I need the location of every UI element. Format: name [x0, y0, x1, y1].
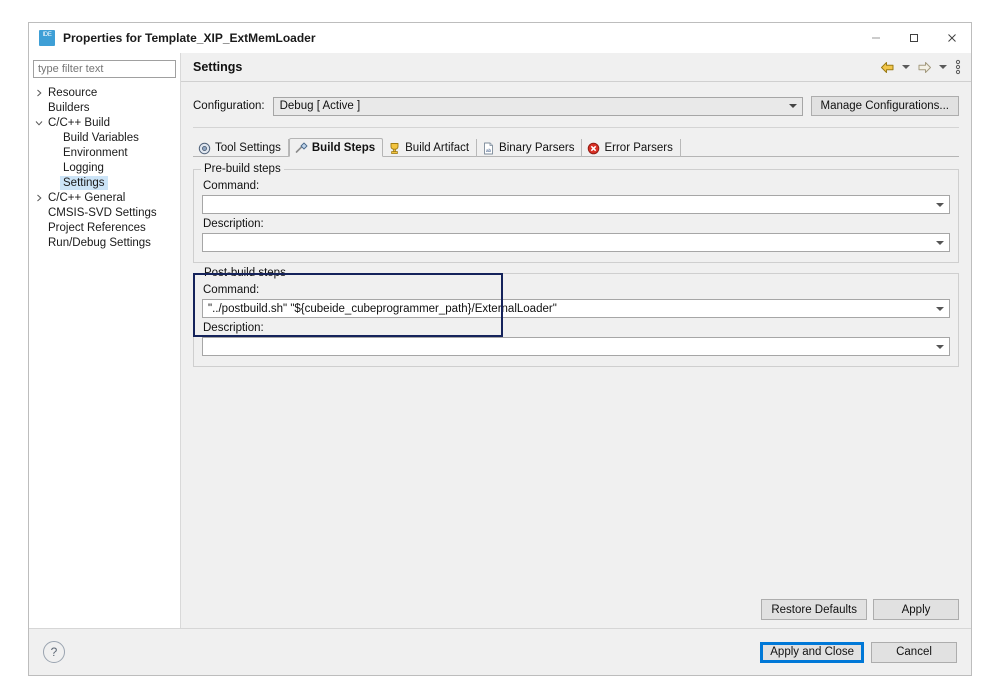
chevron-down-icon	[936, 344, 944, 349]
tab-build-steps[interactable]: Build Steps	[288, 138, 384, 157]
prebuild-command-combo[interactable]	[202, 195, 950, 214]
sidebar-item-label: Logging	[63, 161, 104, 174]
tab-label: Tool Settings	[215, 142, 281, 154]
sidebar-item-builders[interactable]: Builders	[29, 100, 180, 115]
sidebar-item-build-variables[interactable]: Build Variables	[29, 130, 180, 145]
tab-tool-settings[interactable]: Tool Settings	[193, 139, 289, 157]
sidebar-item-environment[interactable]: Environment	[29, 145, 180, 160]
sidebar-item-project-references[interactable]: Project References	[29, 220, 180, 235]
close-icon[interactable]	[933, 23, 971, 53]
properties-dialog: Properties for Template_XIP_ExtMemLoader	[28, 22, 972, 676]
page-title: Settings	[193, 60, 243, 74]
tab-binary-parsers[interactable]: ab Binary Parsers	[477, 139, 583, 157]
dialog-body: Resource Builders C/C++ Build Build Vari…	[29, 53, 971, 628]
sidebar-item-label: Resource	[48, 86, 98, 99]
sidebar-item-label: Project References	[48, 221, 146, 234]
minimize-icon[interactable]	[857, 23, 895, 53]
configuration-row: Configuration: Debug [ Active ] Manage C…	[193, 96, 959, 116]
manage-configurations-button[interactable]: Manage Configurations...	[810, 96, 959, 116]
prebuild-steps-group: Pre-build steps Command: Description:	[193, 163, 959, 263]
postbuild-steps-group: Post-build steps Command: "../postbuild.…	[193, 267, 959, 367]
forward-arrow-icon[interactable]	[916, 58, 933, 76]
page-header-toolbar	[879, 58, 963, 76]
sidebar-item-label: Settings	[60, 175, 108, 190]
ide-icon	[39, 30, 55, 46]
footer-buttons: Apply and Close Cancel	[760, 641, 957, 663]
configuration-label: Configuration:	[193, 100, 265, 112]
window-title: Properties for Template_XIP_ExtMemLoader	[63, 31, 316, 45]
build-artifact-icon	[388, 142, 401, 155]
page-header: Settings	[181, 53, 971, 82]
title-bar: Properties for Template_XIP_ExtMemLoader	[29, 23, 971, 53]
sidebar-item-settings[interactable]: Settings	[29, 175, 180, 190]
sidebar-item-label: CMSIS-SVD Settings	[48, 206, 157, 219]
build-steps-icon	[295, 141, 308, 154]
restore-defaults-button[interactable]: Restore Defaults	[761, 599, 867, 620]
cancel-button[interactable]: Cancel	[871, 641, 957, 663]
prebuild-command-label: Command:	[203, 180, 260, 192]
postbuild-steps-title: Post-build steps	[201, 267, 289, 279]
tab-error-parsers[interactable]: Error Parsers	[582, 139, 681, 157]
help-icon[interactable]: ?	[43, 641, 65, 663]
chevron-down-icon	[936, 202, 944, 207]
tool-settings-icon	[198, 142, 211, 155]
prebuild-steps-title: Pre-build steps	[201, 163, 284, 175]
settings-tree-pane: Resource Builders C/C++ Build Build Vari…	[29, 53, 181, 628]
postbuild-command-value: "../postbuild.sh" "${cubeide_cubeprogram…	[208, 302, 557, 315]
sidebar-item-label: Builders	[48, 101, 90, 114]
chevron-down-icon	[936, 240, 944, 245]
settings-content: Configuration: Debug [ Active ] Manage C…	[181, 82, 971, 599]
sidebar-item-c-cpp-build[interactable]: C/C++ Build	[29, 115, 180, 130]
apply-and-close-button[interactable]: Apply and Close	[760, 641, 864, 663]
dialog-footer: ? Apply and Close Cancel	[29, 628, 971, 675]
settings-tree: Resource Builders C/C++ Build Build Vari…	[29, 82, 180, 250]
settings-page: Settings Configuration: Debug [Active]…	[181, 53, 971, 628]
sidebar-item-label: Environment	[63, 146, 128, 159]
header-divider	[193, 127, 959, 128]
chevron-down-icon	[936, 306, 944, 311]
postbuild-command-label: Command:	[203, 284, 260, 296]
configuration-combo[interactable]: Debug [ Active ]	[272, 96, 803, 116]
maximize-icon[interactable]	[895, 23, 933, 53]
tab-label: Build Artifact	[405, 142, 470, 154]
sidebar-item-label: Build Variables	[63, 131, 139, 144]
screenshot-root: Properties for Template_XIP_ExtMemLoader	[0, 0, 1000, 697]
error-parsers-icon	[587, 142, 600, 155]
prebuild-description-combo[interactable]	[202, 233, 950, 252]
tab-label: Binary Parsers	[499, 142, 575, 154]
sidebar-item-cmsis-svd-settings[interactable]: CMSIS-SVD Settings	[29, 205, 180, 220]
sidebar-item-run-debug-settings[interactable]: Run/Debug Settings	[29, 235, 180, 250]
sidebar-item-label: Run/Debug Settings	[48, 236, 151, 249]
chevron-right-icon[interactable]	[33, 194, 45, 202]
chevron-down-icon[interactable]	[33, 119, 45, 127]
filter-wrapper	[29, 59, 180, 82]
binary-parsers-icon: ab	[482, 142, 495, 155]
back-dropdown-icon[interactable]	[898, 58, 914, 76]
configuration-value: Debug [ Active ]	[279, 100, 361, 112]
postbuild-description-label: Description:	[203, 322, 264, 334]
sidebar-item-label: C/C++ Build	[48, 116, 111, 129]
filter-input[interactable]	[33, 60, 176, 78]
tab-label: Error Parsers	[604, 142, 673, 154]
sidebar-item-c-cpp-general[interactable]: C/C++ General	[29, 190, 180, 205]
postbuild-description-combo[interactable]	[202, 337, 950, 356]
forward-dropdown-icon[interactable]	[935, 58, 951, 76]
sidebar-item-resource[interactable]: Resource	[29, 85, 180, 100]
sidebar-item-logging[interactable]: Logging	[29, 160, 180, 175]
page-action-buttons: Restore Defaults Apply	[181, 599, 971, 628]
view-menu-icon[interactable]	[953, 58, 963, 76]
prebuild-description-label: Description:	[203, 218, 264, 230]
svg-text:ab: ab	[486, 148, 492, 153]
apply-button[interactable]: Apply	[873, 599, 959, 620]
back-arrow-icon[interactable]	[879, 58, 896, 76]
tab-label: Build Steps	[311, 141, 376, 154]
sidebar-item-label: C/C++ General	[48, 191, 126, 204]
chevron-down-icon	[788, 104, 797, 108]
window-controls	[857, 23, 971, 53]
tab-build-artifact[interactable]: Build Artifact	[383, 139, 478, 157]
postbuild-command-combo[interactable]: "../postbuild.sh" "${cubeide_cubeprogram…	[202, 299, 950, 318]
settings-tabs: Tool Settings Build Steps Build Artifact…	[193, 138, 959, 157]
chevron-right-icon[interactable]	[33, 89, 45, 97]
